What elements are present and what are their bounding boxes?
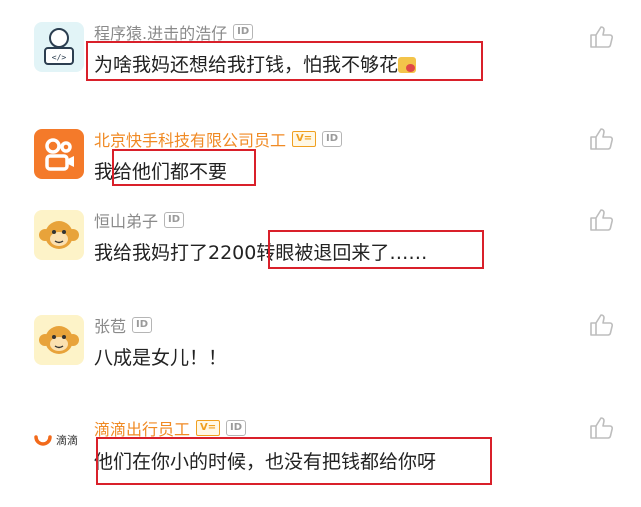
id-badge: ID	[233, 24, 254, 40]
verified-badge: V=	[196, 420, 221, 436]
comment-author[interactable]: 张苞 ID	[94, 313, 153, 337]
id-badge: ID	[164, 212, 185, 228]
comment-author[interactable]: 北京快手科技有限公司员工 V= ID	[94, 127, 343, 151]
verified-badge: V=	[292, 131, 317, 147]
highlight-box	[112, 149, 256, 186]
id-badge: ID	[132, 317, 153, 333]
thumbs-up-icon[interactable]	[588, 312, 614, 338]
author-name: 北京快手科技有限公司员工	[94, 131, 287, 150]
svg-text:</>: </>	[52, 53, 67, 62]
comment-text: 八成是女儿！！	[94, 347, 228, 369]
id-badge: ID	[226, 420, 247, 436]
thumbs-up-icon[interactable]	[588, 207, 614, 233]
highlight-box	[268, 230, 484, 269]
id-badge: ID	[322, 131, 343, 147]
thumbs-up-icon[interactable]	[588, 24, 614, 50]
author-name: 恒山弟子	[94, 212, 159, 231]
comment-author[interactable]: 恒山弟子 ID	[94, 208, 185, 232]
author-name: 张苞	[94, 317, 127, 336]
thumbs-up-icon[interactable]	[588, 126, 614, 152]
coder-avatar[interactable]: </>	[34, 22, 84, 72]
thumbs-up-icon[interactable]	[588, 415, 614, 441]
monkey-avatar[interactable]	[34, 210, 84, 260]
highlight-box	[96, 437, 492, 485]
monkey-avatar[interactable]	[34, 315, 84, 365]
kuaishou-logo[interactable]	[34, 129, 84, 179]
didi-logo[interactable]: 滴滴	[34, 418, 84, 468]
didi-logo-text: 滴滴	[56, 434, 78, 447]
highlight-box	[86, 41, 483, 81]
